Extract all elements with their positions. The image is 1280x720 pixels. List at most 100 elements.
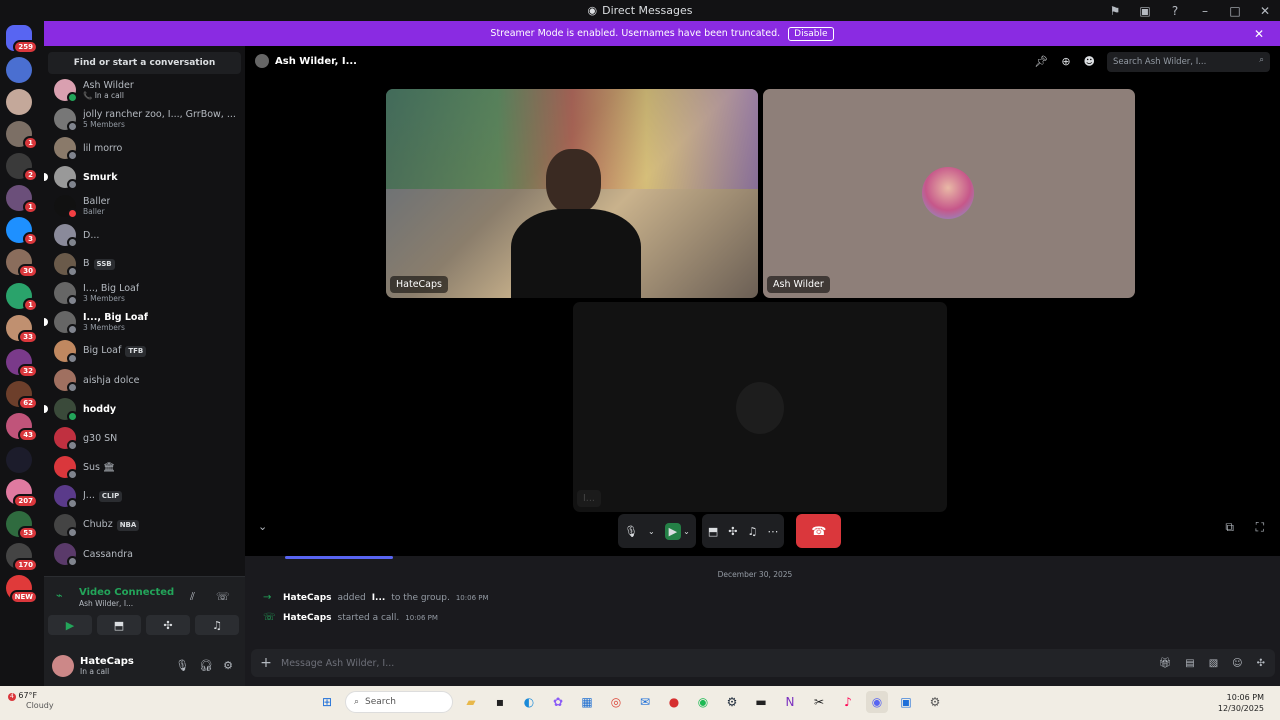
dm-item[interactable]: J... CLIP (54, 482, 239, 510)
sticker-icon[interactable]: ▧ (1209, 658, 1218, 669)
server-icon[interactable]: 62 (6, 381, 38, 410)
voice-status[interactable]: Video Connected (79, 587, 174, 598)
server-icon[interactable]: 30 (6, 249, 38, 278)
home-button[interactable]: 259 (6, 25, 38, 54)
dm-item[interactable]: hoddy (44, 395, 239, 423)
dm-item[interactable]: aishja dolce (54, 366, 239, 394)
app-icon[interactable]: ● (663, 691, 685, 713)
spotify-icon[interactable]: ◉ (692, 691, 714, 713)
dm-item[interactable]: B SSB (54, 250, 239, 278)
chevron-down-icon[interactable]: ⌄ (648, 527, 655, 536)
dm-item[interactable]: lil morro (54, 134, 239, 162)
server-icon[interactable]: 32 (6, 349, 38, 378)
dm-item[interactable]: I..., Big Loaf 3 Members (44, 308, 239, 336)
tiktok-icon[interactable]: ♪ (837, 691, 859, 713)
settings-icon[interactable]: ⚙ (924, 691, 946, 713)
resize-handle[interactable] (285, 556, 393, 559)
server-icon[interactable]: 1 (6, 121, 38, 150)
more-options-icon[interactable]: ⋯ (767, 525, 778, 538)
video-tile-ash-wilder[interactable]: Ash Wilder (763, 89, 1135, 298)
message-target[interactable]: I... (372, 593, 386, 603)
server-icon[interactable] (6, 447, 32, 473)
collapse-chevron-icon[interactable]: ⌄ (258, 520, 267, 533)
message-input[interactable]: Message Ash Wilder, I... (281, 658, 394, 669)
message-composer[interactable]: + Message Ash Wilder, I... 🎁︎ ▤ ▧ ☺ ✣ (251, 649, 1275, 677)
dm-item[interactable]: g30 SN (54, 424, 239, 452)
dm-item[interactable]: Cassandra (54, 540, 239, 568)
server-icon[interactable]: 170 (6, 543, 38, 572)
disconnect-icon[interactable]: ☏ (216, 590, 230, 603)
remote-desktop-icon[interactable]: ▣ (895, 691, 917, 713)
camera-button[interactable]: ▶ (48, 615, 92, 635)
edge-icon[interactable]: ◐ (518, 691, 540, 713)
capcut-icon[interactable]: ✂ (808, 691, 830, 713)
plus-icon[interactable]: + (251, 655, 281, 671)
server-icon[interactable] (6, 89, 32, 115)
voice-channel[interactable]: Ash Wilder, I... (79, 599, 133, 608)
file-explorer-icon[interactable]: ▰ (460, 691, 482, 713)
close-button[interactable]: ✕ (1250, 4, 1280, 18)
server-icon[interactable]: 1 (6, 283, 38, 312)
minimize-button[interactable]: – (1190, 4, 1220, 18)
chevron-down-icon[interactable]: ⌄ (683, 527, 690, 536)
apps-icon[interactable]: ✣ (1257, 658, 1265, 669)
windows-start-icon[interactable]: ⊞ (316, 691, 338, 713)
clock[interactable]: 10:06 PM 12/30/2025 (1218, 692, 1264, 714)
disable-streamer-button[interactable]: Disable (788, 26, 834, 41)
camera-toggle-icon[interactable]: ▶ (664, 522, 682, 540)
server-icon[interactable]: 33 (6, 315, 38, 344)
username[interactable]: HateCaps (80, 656, 134, 667)
server-icon[interactable] (6, 57, 32, 83)
dm-item[interactable]: Smurk (44, 163, 239, 191)
task-view-icon[interactable]: ▪ (489, 691, 511, 713)
weather-widget[interactable]: 4 67°F Cloudy (8, 691, 54, 711)
screen-share-button[interactable]: ⬒ (97, 615, 141, 635)
server-icon[interactable]: 53 (6, 511, 38, 540)
gift-icon[interactable]: 🎁︎ (1159, 658, 1172, 669)
server-icon[interactable]: 43 (6, 413, 38, 442)
dm-item[interactable]: I..., Big Loaf 3 Members (54, 279, 239, 307)
outlook-icon[interactable]: ✉ (634, 691, 656, 713)
popout-icon[interactable]: ⧉ (1225, 520, 1234, 535)
noise-suppression-icon[interactable]: ⫽ (190, 590, 195, 604)
activities-button[interactable]: ✣ (146, 615, 190, 635)
copilot-icon[interactable]: ✿ (547, 691, 569, 713)
screen-icon[interactable]: ▣ (1130, 4, 1160, 18)
store-icon[interactable]: ▦ (576, 691, 598, 713)
leave-call-button[interactable]: ☎ (796, 514, 842, 548)
search-input[interactable]: Search Ash Wilder, I... ⌕ (1107, 52, 1270, 72)
pin-icon[interactable]: 📌︎ (1034, 55, 1048, 68)
fullscreen-icon[interactable]: ⛶ (1256, 520, 1264, 535)
screen-share-icon[interactable]: ⬒ (708, 525, 718, 538)
dm-item[interactable]: D... (54, 221, 239, 249)
dm-item[interactable]: Baller Baller (54, 192, 239, 220)
dm-item[interactable]: Sus 🏛 (54, 453, 239, 481)
dm-item[interactable]: jolly rancher zoo, I..., GrrBow, ... 5 Me… (54, 105, 239, 133)
message-author[interactable]: HateCaps (283, 613, 332, 623)
server-icon[interactable]: 207 (6, 479, 38, 508)
video-tile-hatecaps[interactable]: HateCaps (386, 89, 758, 298)
app-icon[interactable]: ▬ (750, 691, 772, 713)
soundboard-icon[interactable]: ♫ (747, 525, 757, 538)
dm-item[interactable]: Chubz NBA (54, 511, 239, 539)
close-banner-icon[interactable]: ✕ (1254, 27, 1264, 41)
server-icon[interactable]: 3 (6, 217, 38, 246)
dm-item[interactable]: Ash Wilder 📞 In a call (54, 76, 239, 104)
steam-icon[interactable]: ⚙ (721, 691, 743, 713)
help-icon[interactable]: ? (1160, 4, 1190, 18)
dm-item[interactable]: Big Loaf TFB (54, 337, 239, 365)
add-friend-icon[interactable]: ⊕ (1061, 55, 1070, 68)
server-icon[interactable]: NEW (6, 575, 38, 604)
settings-gear-icon[interactable]: ⚙ (223, 659, 233, 672)
microphone-icon[interactable]: 🎙︎ (624, 525, 638, 538)
emoji-icon[interactable]: ☺ (1232, 658, 1242, 669)
chrome-icon[interactable]: ◎ (605, 691, 627, 713)
microphone-icon[interactable]: 🎙︎ (175, 659, 189, 672)
maximize-button[interactable]: □ (1220, 4, 1250, 18)
headphones-icon[interactable]: 🎧︎ (199, 659, 213, 672)
soundboard-button[interactable]: ♫ (195, 615, 239, 635)
activities-icon[interactable]: ✣ (728, 525, 737, 538)
avatar[interactable] (52, 654, 74, 677)
message-author[interactable]: HateCaps (283, 593, 332, 603)
server-icon[interactable]: 2 (6, 153, 38, 182)
